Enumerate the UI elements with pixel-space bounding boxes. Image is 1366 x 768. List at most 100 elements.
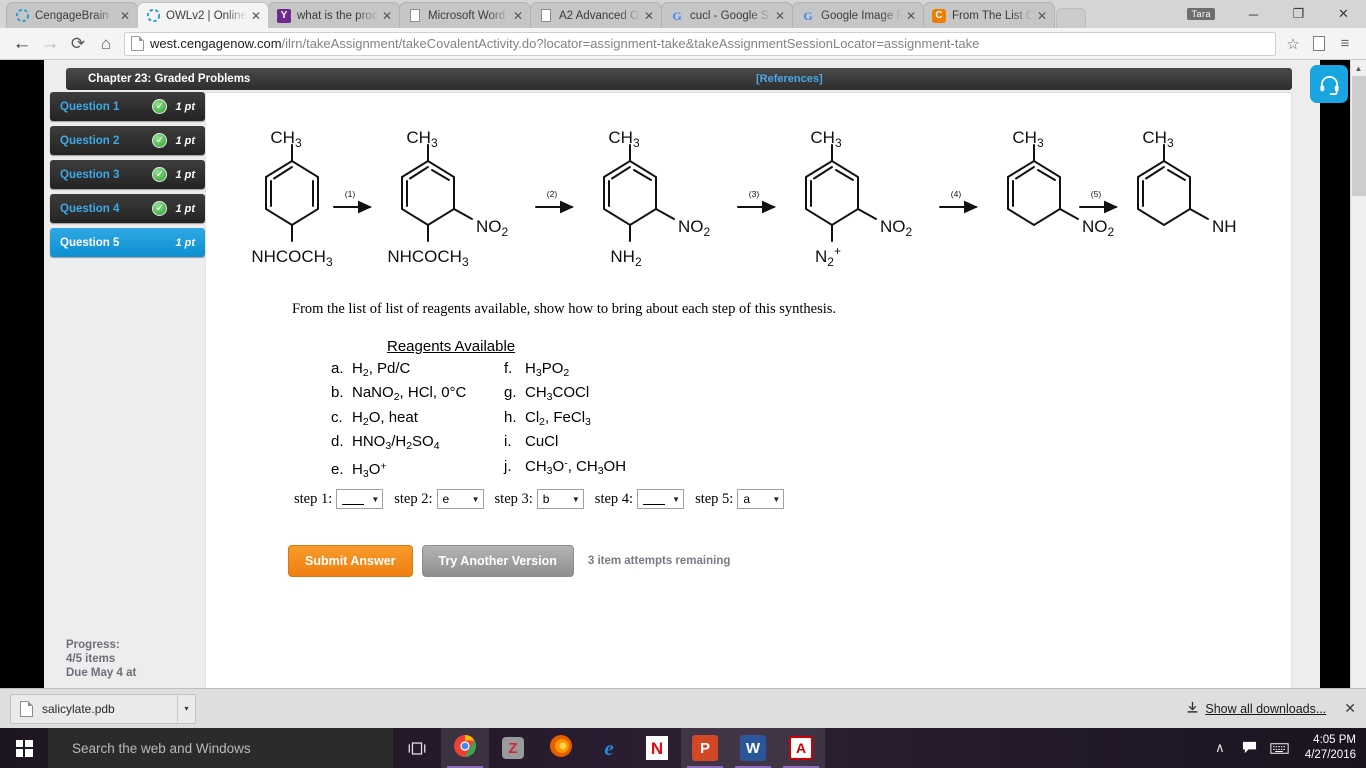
reagent-name: H3PO2 bbox=[525, 360, 570, 379]
browser-tab-4[interactable]: A2 Advanced O ✕ bbox=[530, 2, 662, 28]
powerpoint-taskbar-icon[interactable]: P bbox=[681, 728, 729, 768]
chrome-browser-window: CengageBrain - ✕ OWLv2 | Online ✕ Ywhat is t… bbox=[0, 0, 1366, 728]
completed-check-icon: ✓ bbox=[152, 99, 168, 114]
page-scrollbar[interactable]: ▲ bbox=[1350, 60, 1366, 720]
zotero-taskbar-icon[interactable]: Z bbox=[489, 728, 537, 768]
browser-tab-5[interactable]: Gcucl - Google Se ✕ bbox=[661, 2, 793, 28]
tab-close-icon[interactable]: ✕ bbox=[1035, 10, 1049, 22]
chapter-title: Chapter 23: Graded Problems bbox=[88, 73, 251, 85]
reagent-name: CH3COCl bbox=[525, 384, 590, 404]
tab-close-icon[interactable]: ✕ bbox=[511, 10, 525, 22]
back-icon[interactable]: ← bbox=[8, 30, 36, 58]
forward-icon[interactable]: → bbox=[36, 30, 64, 58]
browser-tab-3[interactable]: Microsoft Word ✕ bbox=[399, 2, 531, 28]
reagents-title: Reagents Available bbox=[387, 338, 516, 355]
reload-icon[interactable]: ⟳ bbox=[64, 30, 92, 58]
chevron-down-icon[interactable]: ▼ bbox=[371, 495, 379, 504]
keyboard-icon[interactable] bbox=[1265, 728, 1295, 768]
show-all-downloads-link[interactable]: Show all downloads... bbox=[1205, 702, 1326, 716]
question-label: Question 5 bbox=[60, 236, 120, 249]
step-label: step 1: bbox=[294, 490, 333, 507]
netflix-taskbar-icon[interactable]: N bbox=[633, 728, 681, 768]
reagent-item-i: i. CuCl bbox=[504, 432, 626, 453]
clock-date: 4/27/2016 bbox=[1304, 749, 1356, 761]
download-menu-caret-icon[interactable]: ▾ bbox=[177, 694, 195, 723]
chevron-down-icon[interactable]: ▼ bbox=[472, 495, 480, 504]
close-download-bar-icon[interactable]: ✕ bbox=[1344, 700, 1356, 717]
chevron-down-icon[interactable]: ▼ bbox=[672, 495, 680, 504]
submit-answer-button[interactable]: Submit Answer bbox=[288, 545, 413, 577]
svg-text:(4): (4) bbox=[951, 189, 962, 199]
edge-taskbar-icon[interactable]: e bbox=[585, 728, 633, 768]
address-bar[interactable]: west.cengagenow.com/ilrn/takeAssignment/… bbox=[124, 31, 1276, 56]
tab-close-icon[interactable]: ✕ bbox=[118, 10, 132, 22]
windows-taskbar: Search the web and Windows Ze NPWA ∧ 4:05… bbox=[0, 728, 1366, 768]
sidebar-question-1[interactable]: Question 1 ✓ 1 pt bbox=[50, 92, 205, 121]
tab-close-icon[interactable]: ✕ bbox=[380, 10, 394, 22]
maximize-button[interactable]: ❐ bbox=[1276, 0, 1321, 28]
step-1-select[interactable]: ▼ bbox=[336, 489, 384, 509]
download-item[interactable]: salicylate.pdb ▾ bbox=[10, 693, 196, 724]
step-3-select[interactable]: b ▼ bbox=[536, 489, 584, 509]
close-window-button[interactable]: ✕ bbox=[1321, 0, 1366, 28]
step-4-select[interactable]: ▼ bbox=[637, 489, 685, 509]
try-another-version-button[interactable]: Try Another Version bbox=[421, 545, 574, 577]
step-5-select[interactable]: a ▼ bbox=[737, 489, 785, 509]
app-glyph: W bbox=[740, 735, 766, 761]
references-link[interactable]: [References] bbox=[756, 73, 823, 85]
new-tab-button[interactable] bbox=[1056, 8, 1086, 28]
progress-items: 4/5 items bbox=[66, 653, 116, 665]
bookmark-star-icon[interactable]: ☆ bbox=[1280, 31, 1306, 57]
page-icon bbox=[539, 9, 553, 23]
start-button[interactable] bbox=[0, 728, 48, 768]
step-blank-value bbox=[342, 494, 365, 505]
tab-close-icon[interactable]: ✕ bbox=[249, 10, 263, 22]
browser-tab-2[interactable]: Ywhat is the proc ✕ bbox=[268, 2, 400, 28]
minimize-button[interactable]: ─ bbox=[1231, 0, 1276, 28]
firefox-taskbar-icon[interactable] bbox=[537, 728, 585, 768]
tab-close-icon[interactable]: ✕ bbox=[642, 10, 656, 22]
windows-search-box[interactable]: Search the web and Windows bbox=[48, 728, 393, 768]
sidebar-question-2[interactable]: Question 2 ✓ 1 pt bbox=[50, 126, 205, 155]
sidebar-question-3[interactable]: Question 3 ✓ 1 pt bbox=[50, 160, 205, 189]
svg-text:(1): (1) bbox=[345, 189, 356, 199]
acrobat-taskbar-icon[interactable]: A bbox=[777, 728, 825, 768]
action-center-icon[interactable] bbox=[1235, 728, 1265, 768]
sidebar-question-5[interactable]: Question 5 1 pt bbox=[50, 228, 205, 257]
cengage-orange-icon: C bbox=[932, 8, 946, 23]
scroll-up-arrow-icon[interactable]: ▲ bbox=[1351, 60, 1366, 76]
page-info-icon[interactable] bbox=[131, 36, 144, 51]
user-badge[interactable]: Tara bbox=[1187, 8, 1215, 20]
step-2-select[interactable]: e ▼ bbox=[436, 489, 484, 509]
task-view-icon[interactable] bbox=[393, 728, 441, 768]
browser-tab-7[interactable]: C From The List O ✕ bbox=[923, 2, 1055, 28]
question-label: Question 1 bbox=[60, 100, 120, 113]
yahoo-icon: Y bbox=[277, 8, 291, 23]
browser-tab-0[interactable]: CengageBrain - ✕ bbox=[6, 2, 138, 28]
reading-list-icon[interactable] bbox=[1306, 31, 1332, 57]
assignment-header: Chapter 23: Graded Problems [References] bbox=[66, 68, 1292, 90]
question-content-panel: CH3 NHCOCH3 (1) CH3 NHCOCH3 NO2 (2) CH3 … bbox=[205, 92, 1292, 709]
tray-chevron-icon[interactable]: ∧ bbox=[1205, 728, 1235, 768]
svg-text:(2): (2) bbox=[547, 189, 558, 199]
question-label: Question 4 bbox=[60, 202, 120, 215]
reagent-name: H3O+ bbox=[352, 460, 387, 481]
browser-tab-6[interactable]: G Google Image R ✕ bbox=[792, 2, 924, 28]
chrome-taskbar-icon[interactable] bbox=[441, 728, 489, 768]
tab-close-icon[interactable]: ✕ bbox=[773, 10, 787, 22]
reagent-item-j: j. CH3O-, CH3OH bbox=[504, 453, 626, 481]
chevron-down-icon[interactable]: ▼ bbox=[772, 495, 780, 504]
step-group-3: step 3: b ▼ bbox=[495, 489, 584, 509]
sidebar-question-4[interactable]: Question 4 ✓ 1 pt bbox=[50, 194, 205, 223]
home-icon[interactable]: ⌂ bbox=[92, 30, 120, 58]
tab-close-icon[interactable]: ✕ bbox=[904, 10, 918, 22]
step-label: step 3: bbox=[494, 490, 533, 507]
chrome-menu-icon[interactable]: ≡ bbox=[1332, 31, 1358, 57]
word-taskbar-icon[interactable]: W bbox=[729, 728, 777, 768]
scrollbar-thumb[interactable] bbox=[1352, 76, 1366, 196]
chevron-down-icon[interactable]: ▼ bbox=[572, 495, 580, 504]
support-headset-icon[interactable] bbox=[1310, 65, 1348, 103]
reagent-item-a: a. H2, Pd/C bbox=[331, 359, 504, 383]
taskbar-clock[interactable]: 4:05 PM 4/27/2016 bbox=[1305, 733, 1356, 763]
browser-tab-1[interactable]: OWLv2 | Online ✕ bbox=[137, 2, 269, 28]
